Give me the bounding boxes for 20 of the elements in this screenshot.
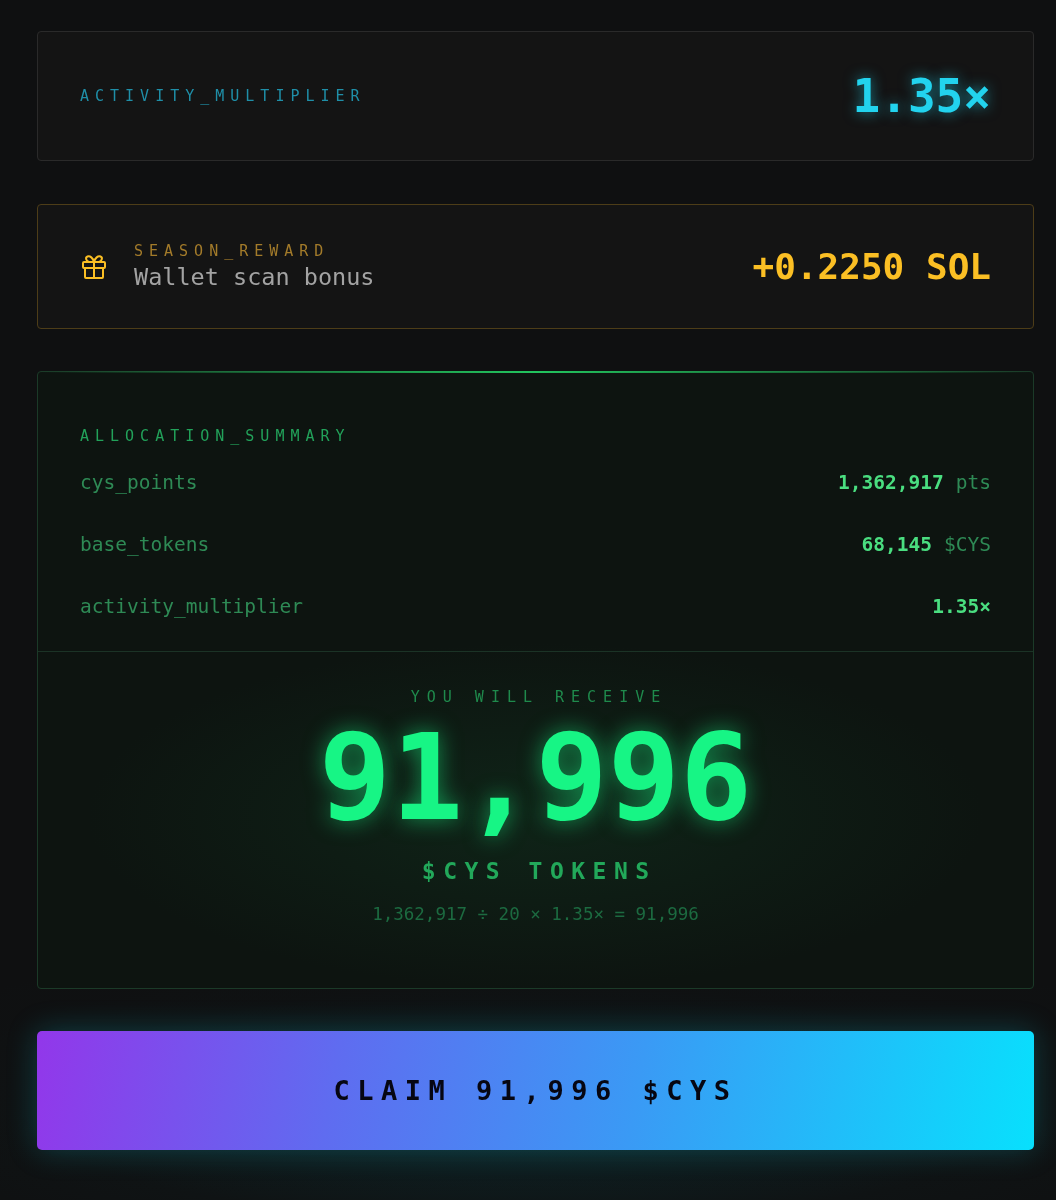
summary-row-unit: pts [955, 471, 991, 494]
reward-value: +0.2250 SOL [752, 246, 991, 287]
receive-caption: YOU WILL RECEIVE [410, 688, 668, 706]
reward-description: Wallet scan bonus [134, 263, 375, 291]
summary-row-value: 68,145 [861, 533, 933, 556]
summary-row-label: activity_multiplier [80, 595, 304, 618]
summary-row-unit: $CYS [944, 533, 991, 556]
summary-row-value: 1,362,917 [838, 471, 944, 494]
summary-row-value: 1.35× [932, 595, 991, 618]
calculation-formula: 1,362,917 ÷ 20 × 1.35× = 91,996 [372, 904, 699, 924]
claim-button[interactable]: CLAIM 91,996 $CYS [37, 1031, 1034, 1150]
summary-row-label: cys_points [80, 471, 198, 494]
multiplier-value: 1.35× [852, 69, 991, 123]
allocation-title: ALLOCATION_SUMMARY [80, 427, 351, 445]
receive-amount: 91,996 [318, 718, 753, 838]
season-reward-label: SEASON_REWARD [134, 242, 330, 260]
multiplier-label: ACTIVITY_MULTIPLIER [80, 87, 366, 105]
token-unit-label: $CYS TOKENS [421, 858, 657, 884]
summary-row-label: base_tokens [80, 533, 210, 556]
gift-icon [81, 253, 107, 280]
